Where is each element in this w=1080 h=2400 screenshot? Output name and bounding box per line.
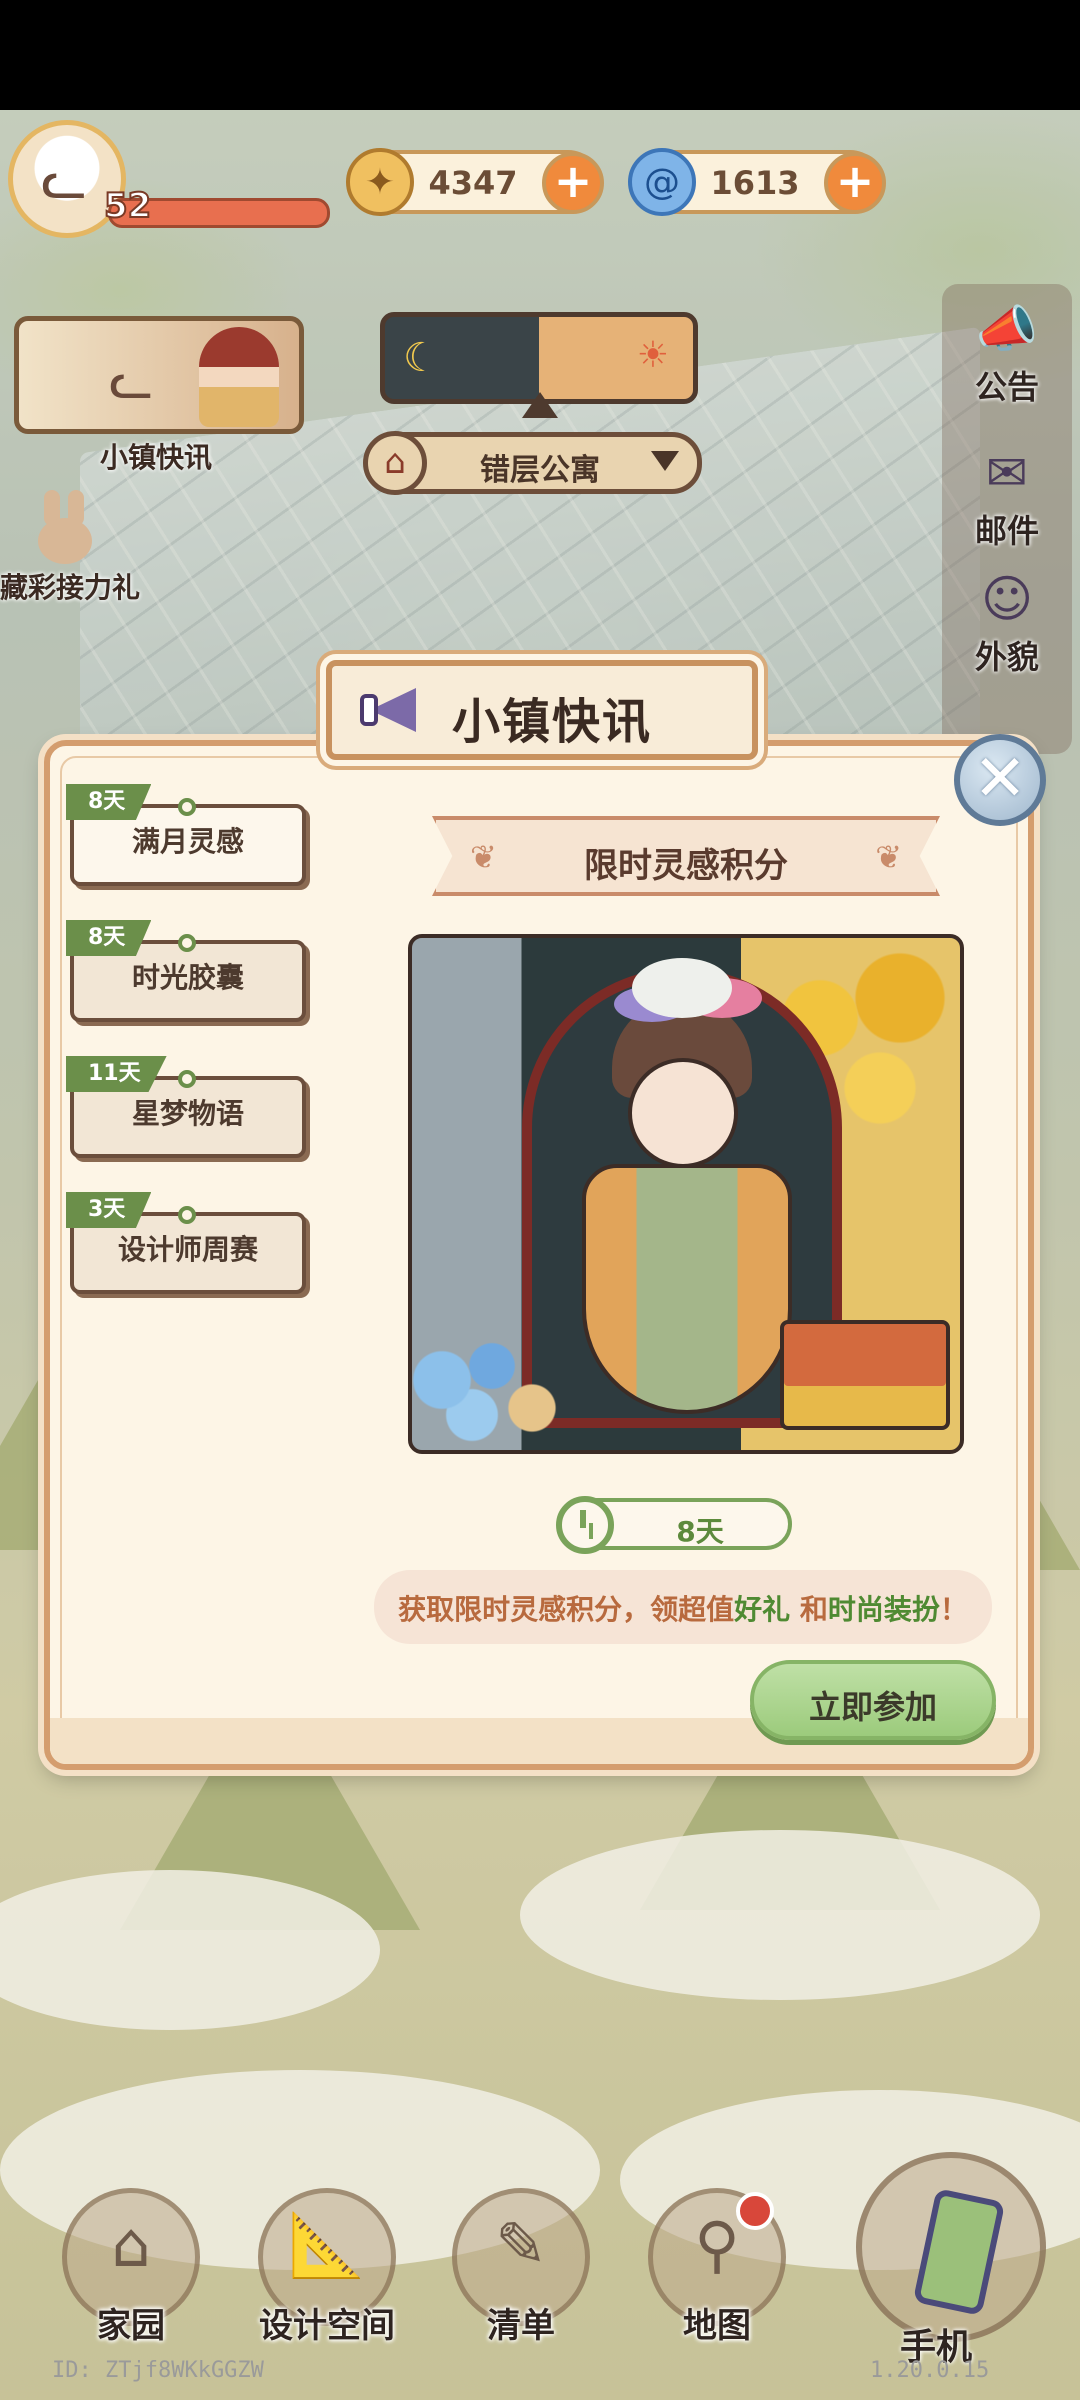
megaphone-icon: 📣 [975, 300, 1039, 358]
add-coin-button[interactable]: + [542, 152, 604, 214]
location-selector[interactable]: ⌂ 错层公寓 [363, 431, 702, 495]
character-icon: ☺ [980, 570, 1034, 628]
ruler-square-icon: 📐 [288, 2208, 366, 2281]
tab-label: 星梦物语 [131, 1097, 244, 1130]
moon-icon: ☾ [403, 335, 439, 381]
location-name: 错层公寓 [480, 453, 600, 488]
event-title: 限时灵感积分 [584, 846, 788, 886]
spiral-icon: @ [628, 148, 696, 216]
character-portrait [199, 327, 279, 427]
checklist-icon: ✎ [495, 2208, 547, 2281]
nav-design-label: 设计空间 [259, 2306, 395, 2346]
town-news-label: 小镇快讯 [100, 441, 213, 474]
event-description-strip: 获取限时灵感积分，领超值好礼 和时尚装扮！ [374, 1570, 992, 1644]
appearance-button[interactable]: ☺ 外貌 [952, 566, 1062, 678]
join-now-button[interactable]: 立即参加 [750, 1660, 996, 1740]
time-pointer-icon [522, 392, 558, 418]
close-icon[interactable]: ✕ [954, 734, 1046, 826]
envelope-icon: ✉ [986, 444, 1028, 502]
house-icon: ⌂ [363, 431, 427, 495]
dialog-title: 小镇快讯 [452, 694, 653, 750]
coin-icon: ✦ [346, 148, 414, 216]
add-spiral-button[interactable]: + [824, 152, 886, 214]
nav-checklist[interactable]: ✎ 清单 [446, 2188, 596, 2346]
tab-star-dream-story[interactable]: 11天 星梦物语 [66, 1056, 306, 1158]
spiral-amount: 1613 [710, 164, 800, 202]
notification-badge [736, 2192, 774, 2230]
nav-checklist-label: 清单 [487, 2306, 555, 2346]
clock-icon [556, 1496, 614, 1554]
event-illustration [408, 934, 964, 1454]
event-days-left: 8天 [676, 1515, 724, 1548]
nav-home-label: 家园 [97, 2306, 165, 2346]
mail-button[interactable]: ✉ 邮件 [952, 440, 1062, 552]
player-id: ID: ZTjf8WKkGGZW [52, 2358, 264, 2383]
town-news-card[interactable]: ᓚ [14, 316, 304, 434]
tab-full-moon-inspiration[interactable]: 8天 满月灵感 [66, 784, 306, 886]
bunny-event-label: 藏彩接力礼 [0, 571, 141, 604]
house-icon: ⌂ [111, 2208, 151, 2281]
tab-label: 满月灵感 [131, 825, 244, 858]
tab-label: 时光胶囊 [131, 961, 244, 994]
player-level: 52 [103, 185, 152, 227]
appearance-label: 外貌 [974, 638, 1039, 676]
phone-icon [912, 2187, 1006, 2317]
version-label: 1.20.0.15 [870, 2358, 990, 2383]
spiral-counter[interactable]: @ 1613 + [628, 148, 886, 216]
announcement-button[interactable]: 📣 公告 [952, 296, 1062, 408]
announcement-label: 公告 [974, 368, 1039, 406]
nav-design-space[interactable]: 📐 设计空间 [252, 2188, 402, 2346]
event-title-banner: ❦ 限时灵感积分 ❦ [432, 816, 940, 896]
cat-icon: ᓚ [109, 351, 154, 411]
coin-amount: 4347 [428, 164, 518, 202]
phone-button[interactable] [856, 2152, 1046, 2342]
nav-home[interactable]: ⌂ 家园 [56, 2188, 206, 2346]
day-night-panel[interactable]: ☾ ☀ [380, 312, 698, 404]
sun-icon: ☀ [636, 335, 669, 376]
tab-designer-weekly[interactable]: 3天 设计师周赛 [66, 1192, 306, 1294]
map-pin-icon: ⚲ [694, 2208, 740, 2281]
coin-counter[interactable]: ✦ 4347 + [346, 148, 604, 216]
event-timer: 8天 [556, 1496, 792, 1554]
join-now-label: 立即参加 [808, 1688, 937, 1726]
cat-avatar-icon: ᓚ [41, 148, 87, 211]
nav-map-label: 地图 [683, 2306, 751, 2346]
bunny-event-icon[interactable] [30, 490, 100, 570]
tab-label: 设计师周赛 [117, 1233, 258, 1266]
chevron-down-icon [651, 451, 679, 471]
ornament-icon: ❦ [875, 838, 902, 876]
status-bar [0, 0, 1080, 110]
dialog-title-plate: 小镇快讯 [326, 660, 758, 760]
tab-time-capsule[interactable]: 8天 时光胶囊 [66, 920, 306, 1022]
event-description: 获取限时灵感积分，领超值好礼 和时尚装扮！ [398, 1593, 968, 1626]
megaphone-icon [356, 680, 426, 740]
mail-label: 邮件 [974, 512, 1039, 550]
